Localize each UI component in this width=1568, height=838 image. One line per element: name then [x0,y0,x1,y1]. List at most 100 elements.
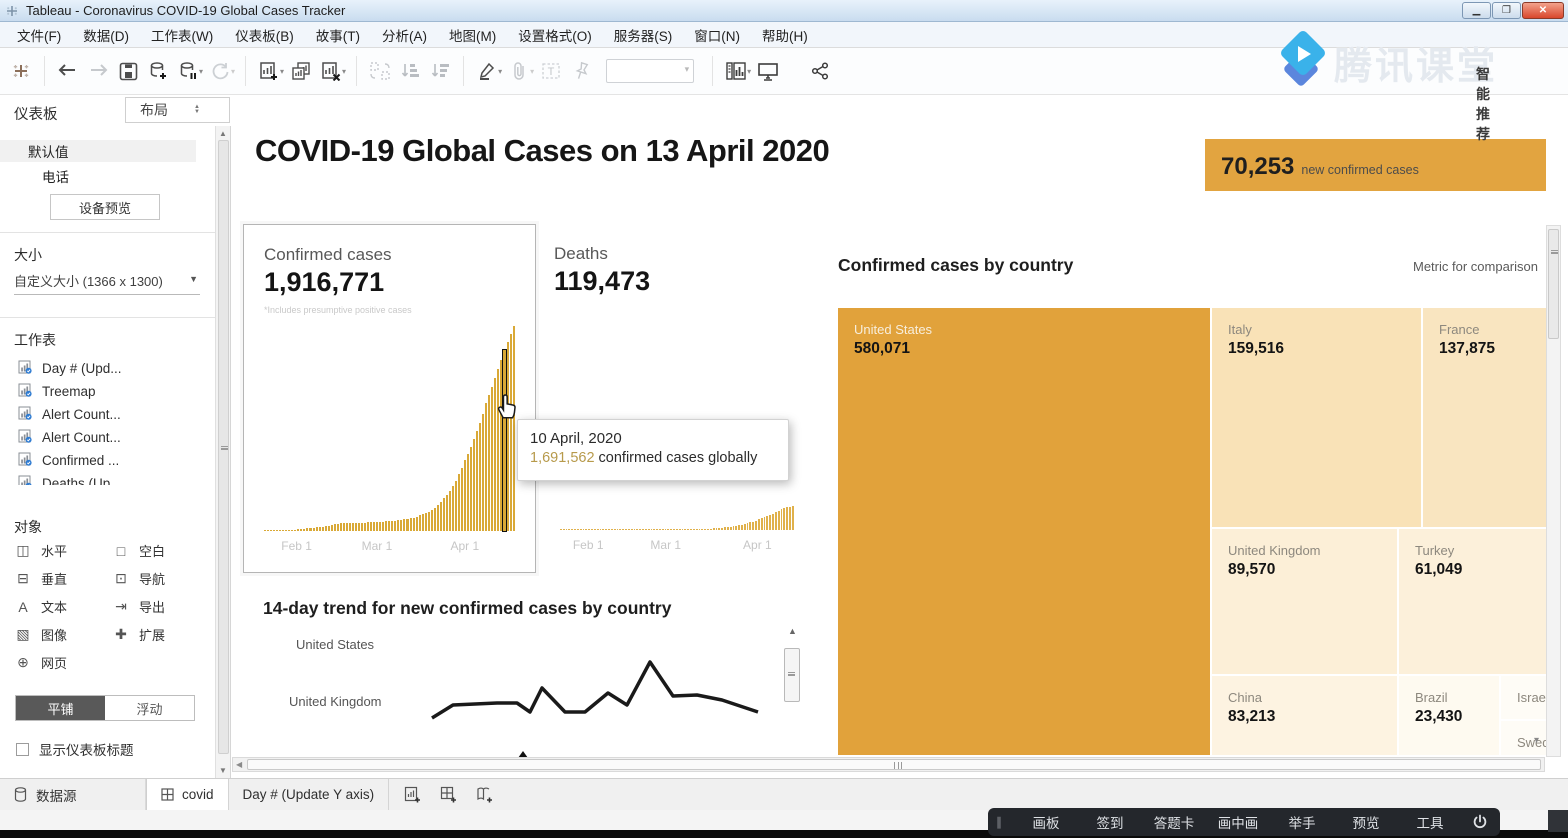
redo-icon[interactable] [83,54,113,88]
highlight-caret-icon[interactable]: ▾ [498,67,502,76]
menu-item-story[interactable]: 故事(T) [305,22,371,48]
deaths-bar-chart[interactable] [560,506,795,530]
size-dropdown[interactable]: 自定义大小 (1366 x 1300) ▼ [14,271,200,295]
object-item-webpage[interactable]: ⊕网页 [14,652,112,673]
new-worksheet-tab-icon[interactable] [399,783,427,807]
sidebar-scrollbar[interactable]: ▲ ▼ [215,126,231,778]
trend-scrollbar-thumb[interactable] [784,648,800,702]
fit-combobox[interactable] [606,59,694,83]
worksheet-item[interactable]: Day # (Upd... [10,357,210,380]
menu-item-dashboard[interactable]: 仪表板(B) [224,22,305,48]
device-preview-button[interactable]: 设备预览 [50,194,160,220]
tab-covid[interactable]: covid [146,779,229,810]
worksheet-item[interactable]: Treemap [10,380,210,403]
clear-sheet-caret-icon[interactable]: ▾ [342,67,346,76]
menu-item-map[interactable]: 地图(M) [438,22,507,48]
tab-day-update-y-axis[interactable]: Day # (Update Y axis) [229,779,390,810]
drag-handle-icon[interactable]: ∥ [996,815,1000,829]
menu-item-file[interactable]: 文件(F) [6,22,72,48]
overlay-item-sign-in[interactable]: 签到 [1078,812,1142,832]
new-dashboard-tab-icon[interactable] [435,783,463,807]
power-icon[interactable] [1472,814,1488,830]
treemap-tile-israel[interactable]: Israel [1501,676,1546,719]
object-item-horizontal[interactable]: ◫水平 [14,540,112,561]
trend-scroll-up-icon[interactable]: ▲ [788,626,797,636]
sidebar-item-default[interactable]: 默认值 [0,140,196,162]
worksheet-item[interactable]: Alert Count... [10,403,210,426]
overlay-item-board[interactable]: 画板 [1014,812,1078,832]
tab-dashboard[interactable]: 仪表板 [14,103,58,124]
vertical-scrollbar-thumb[interactable] [1548,229,1559,339]
share-icon[interactable] [805,54,835,88]
object-item-extension[interactable]: ✚扩展 [112,624,204,645]
tableau-logo-icon[interactable] [6,54,36,88]
treemap-scroll-hint-icon[interactable]: ▾ [1534,735,1539,746]
object-item-image[interactable]: ▧图像 [14,624,112,645]
treemap-tile-brazil[interactable]: Brazil23,430 [1399,676,1499,755]
uk-trend-line-chart[interactable] [430,650,765,730]
maximize-button[interactable]: ❐ [1492,2,1521,19]
scroll-down-icon[interactable]: ▼ [219,766,227,775]
object-item-text[interactable]: A文本 [14,596,112,617]
worksheet-item[interactable]: Alert Count... [10,426,210,449]
pause-updates-caret-icon[interactable]: ▾ [199,67,203,76]
show-dashboard-title-checkbox[interactable] [16,743,29,756]
datasource-tab[interactable]: 数据源 [0,779,146,810]
object-item-navigation[interactable]: ⊡导航 [112,568,204,589]
trend-row-united-states[interactable]: United States [296,637,374,652]
object-item-blank[interactable]: □空白 [112,540,204,561]
overlay-item-answer-card[interactable]: 答题卡 [1142,812,1206,832]
horizontal-scrollbar-thumb[interactable] [247,759,1541,770]
treemap-tile-sweden[interactable]: Sweden [1501,721,1546,755]
tab-layout[interactable]: 布局 ▲▼ [125,97,230,123]
overlay-item-preview[interactable]: 预览 [1334,812,1398,832]
treemap-tile-united-states[interactable]: United States580,071 [838,308,1210,755]
tiled-toggle[interactable]: 平铺 [16,696,105,720]
close-button[interactable]: ✕ [1522,2,1564,19]
new-story-tab-icon[interactable] [471,783,499,807]
new-datasource-icon[interactable] [143,54,173,88]
new-cases-badge[interactable]: 70,253 new confirmed cases [1205,139,1546,191]
menu-item-format[interactable]: 设置格式(O) [507,22,603,48]
confirmed-bar-chart[interactable] [264,326,515,531]
worksheet-item[interactable]: Deaths (Up... [10,472,210,485]
trend-row-united-kingdom[interactable]: United Kingdom [289,694,382,709]
overlay-item-raise-hand[interactable]: 举手 [1270,812,1334,832]
menu-item-analysis[interactable]: 分析(A) [371,22,438,48]
treemap-tile-united-kingdom[interactable]: United Kingdom89,570 [1212,529,1397,674]
menu-item-server[interactable]: 服务器(S) [603,22,684,48]
show-dashboard-title-row[interactable]: 显示仪表板标题 [16,739,134,759]
object-item-export[interactable]: ⇥导出 [112,596,204,617]
treemap-tile-italy[interactable]: Italy159,516 [1212,308,1421,527]
collapse-toggle-icon[interactable]: ▲▼ [194,105,200,115]
worksheet-item[interactable]: Confirmed ... [10,449,210,472]
treemap-tile-turkey[interactable]: Turkey61,049 [1399,529,1546,674]
undo-icon[interactable] [53,54,83,88]
minimize-button[interactable]: ▁ [1462,2,1491,19]
canvas-horizontal-scrollbar[interactable]: ◀ [232,757,1545,772]
duplicate-sheet-icon[interactable] [286,54,316,88]
show-me-caret-icon[interactable]: ▾ [747,67,751,76]
sidebar-scrollbar-thumb[interactable] [218,140,229,754]
sidebar-item-phone[interactable]: 电话 [42,166,69,186]
overlay-item-tools[interactable]: 工具 [1398,812,1462,832]
scroll-left-icon[interactable]: ◀ [236,760,242,769]
sort-ascending-icon[interactable] [395,54,425,88]
menu-item-window[interactable]: 窗口(N) [683,22,751,48]
menu-item-help[interactable]: 帮助(H) [751,22,819,48]
scroll-up-icon[interactable]: ▲ [219,129,227,138]
highlighted-bar-mark[interactable] [503,350,505,531]
floating-toggle[interactable]: 浮动 [105,696,194,720]
new-worksheet-caret-icon[interactable]: ▾ [280,67,284,76]
confirmed-by-country-treemap[interactable]: United States580,071Italy159,516France13… [838,308,1546,755]
object-item-vertical[interactable]: ⊟垂直 [14,568,112,589]
deaths-panel[interactable]: Deaths 119,473 Feb 1Mar 1Apr 1 [552,224,797,570]
sort-descending-icon[interactable] [425,54,455,88]
canvas-vertical-scrollbar[interactable] [1546,225,1561,757]
overlay-item-pip[interactable]: 画中画 [1206,812,1270,832]
treemap-tile-china[interactable]: China83,213 [1212,676,1397,755]
menu-item-worksheet[interactable]: 工作表(W) [140,22,224,48]
save-icon[interactable] [113,54,143,88]
treemap-tile-france[interactable]: France137,875 [1423,308,1546,527]
menu-item-data[interactable]: 数据(D) [72,22,140,48]
